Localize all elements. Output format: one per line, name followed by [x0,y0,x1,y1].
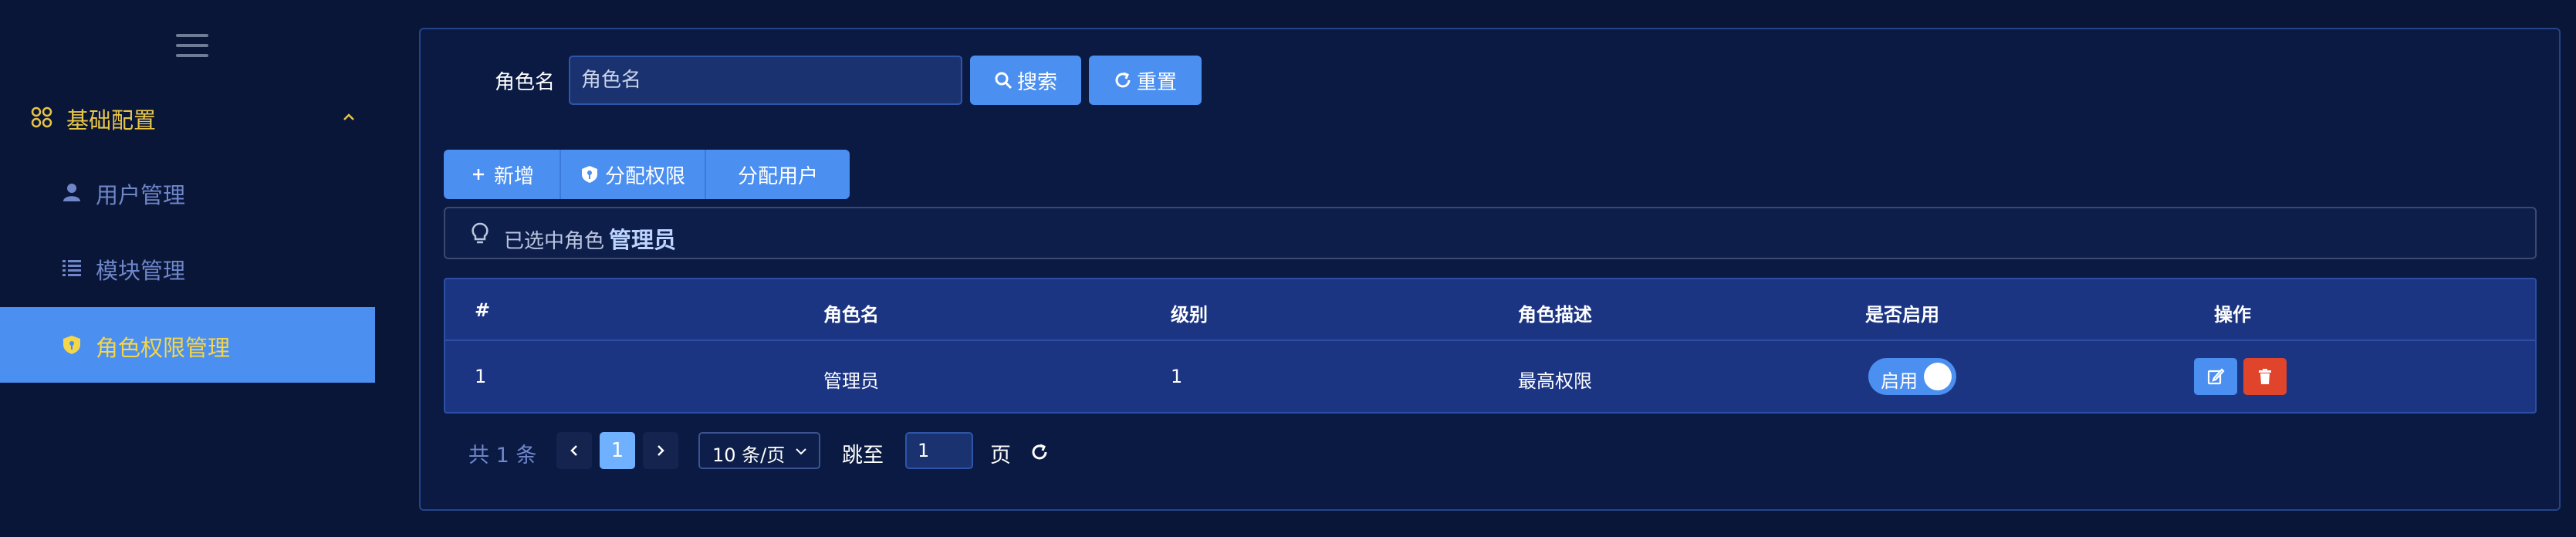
edit-button[interactable] [2194,358,2237,395]
apps-icon [31,106,52,128]
cell-description: 最高权限 [1518,370,1592,392]
chevron-left-icon [570,445,577,456]
trash-icon [2259,369,2271,384]
column-header: 操作 [2214,304,2251,326]
menu-toggle-icon[interactable] [176,34,208,57]
sidebar: 基础配置 用户管理 模块管理 角色权限管理 [0,0,375,537]
sidebar-item-label: 模块管理 [96,258,186,284]
edit-icon [2207,368,2225,385]
role-name-label: 角色名 [495,71,556,94]
pagination: 共 1 条 1 10 条/页 跳至 页 [468,432,1163,472]
reset-button[interactable]: 重置 [1089,56,1202,105]
column-header: 是否启用 [1865,304,1939,326]
reset-button-label: 重置 [1136,69,1177,93]
jump-label: 跳至 [842,444,884,468]
sidebar-item-modules[interactable]: 模块管理 [0,230,375,306]
sidebar-item-label: 用户管理 [96,182,186,208]
shield-icon [63,336,80,354]
column-header: 角色描述 [1518,304,1592,326]
user-icon [63,184,80,201]
column-header: 级别 [1171,304,1208,326]
chevron-down-icon [796,448,806,455]
shield-icon [581,166,597,183]
list-icon [63,260,81,276]
page-unit-label: 页 [990,444,1011,468]
sidebar-item-users[interactable]: 用户管理 [0,154,375,230]
selection-alert-text: 已选中角色 管理员 [504,222,676,255]
chevron-right-icon [658,445,664,456]
cell-role-name: 管理员 [823,370,879,392]
search-button[interactable]: 搜索 [970,56,1081,105]
toolbar-button-group: 新增 分配权限 分配用户 [444,150,850,199]
page-1-button[interactable]: 1 [600,432,635,469]
search-button-label: 搜索 [1016,69,1057,93]
refresh-icon [1115,72,1131,88]
plus-icon [472,169,484,180]
assign-user-button[interactable]: 分配用户 [706,150,850,199]
enabled-toggle-label: 启用 [1881,370,1918,392]
total-count: 共 1 条 [468,444,537,468]
selection-prefix: 已选中角色 [504,230,605,253]
sidebar-item-label: 角色权限管理 [96,335,231,361]
page-size-select[interactable]: 10 条/页 [698,432,820,469]
main-panel: 角色名 搜索 重置 新增 分配权限 分配用户 [419,28,2561,511]
prev-page-button[interactable] [556,432,592,469]
add-button[interactable]: 新增 [444,150,561,199]
selected-role-name: 管理员 [609,227,677,253]
roles-table: # 角色名 级别 角色描述 是否启用 操作 1 管理员 1 最高权限 启用 [444,278,2537,414]
toggle-knob [1924,363,1952,390]
sidebar-item-role-permissions[interactable]: 角色权限管理 [0,307,375,383]
add-button-label: 新增 [493,164,534,188]
jump-page-input[interactable] [905,432,973,469]
table-row[interactable]: 1 管理员 1 最高权限 启用 [445,341,2535,414]
page-size-value: 10 条/页 [712,444,786,466]
cell-index: 1 [475,366,487,387]
cell-level: 1 [1171,366,1183,387]
assign-user-label: 分配用户 [737,164,818,188]
menu-group-label: 基础配置 [66,107,157,133]
search-icon [995,72,1012,90]
selection-alert: 已选中角色 管理员 [444,207,2537,259]
assign-permission-button[interactable]: 分配权限 [561,150,706,199]
table-header-row: # 角色名 级别 角色描述 是否启用 操作 [445,279,2535,341]
refresh-icon[interactable] [1030,443,1049,461]
column-header: 角色名 [823,304,879,326]
role-name-input[interactable] [569,56,962,105]
menu-group-basic-config[interactable]: 基础配置 [0,93,375,144]
delete-button[interactable] [2243,358,2287,395]
column-header: # [475,299,491,321]
next-page-button[interactable] [643,432,678,469]
assign-permission-label: 分配权限 [604,164,685,188]
enabled-toggle[interactable]: 启用 [1868,358,1956,395]
chevron-up-icon [343,113,354,120]
bulb-icon [472,222,488,244]
